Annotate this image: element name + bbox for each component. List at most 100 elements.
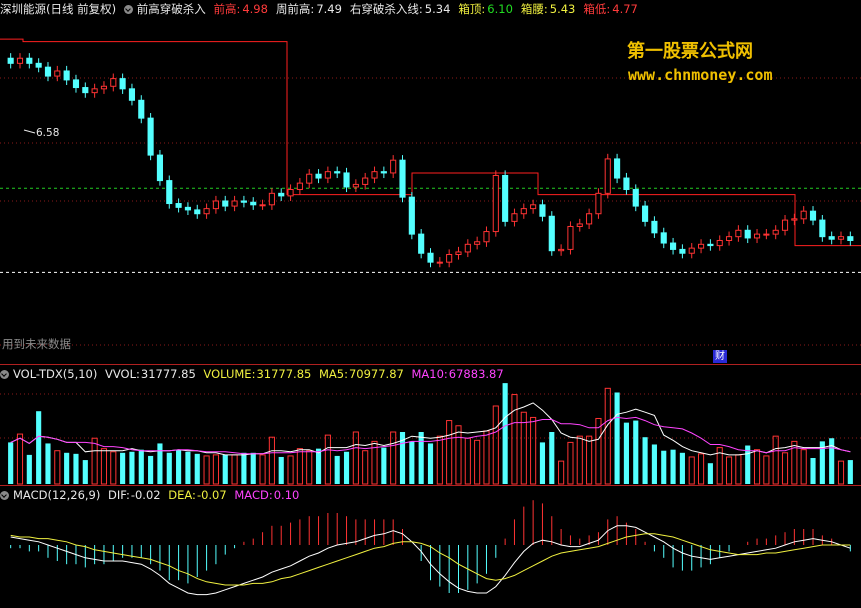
candle-body — [371, 171, 378, 179]
volume-bar — [100, 448, 108, 485]
volume-bar — [110, 451, 117, 485]
indicator-name: 前高穿破杀入 — [136, 2, 206, 16]
volume-bar — [707, 463, 713, 484]
volume-bar — [409, 441, 415, 484]
volume-bar — [558, 460, 565, 485]
volume-bar — [436, 435, 443, 485]
candle-body — [837, 236, 845, 240]
candle-body — [203, 208, 210, 215]
candle-body — [324, 171, 331, 179]
candle-body — [138, 99, 145, 119]
candle-body — [418, 233, 425, 254]
candle-body — [492, 174, 499, 233]
candle-body — [287, 189, 294, 197]
volume-bar — [586, 435, 593, 485]
candle-body — [744, 229, 751, 239]
volume-panel — [8, 383, 853, 485]
candle-body — [427, 252, 434, 263]
indicator-menu-icon[interactable] — [123, 5, 133, 14]
candle-body — [511, 213, 518, 222]
volume-bar — [837, 460, 845, 485]
candle-body — [483, 231, 490, 243]
candle-body — [548, 215, 555, 252]
volume-bar — [745, 445, 751, 484]
stock-title: 深圳能源(日线 前复权) — [0, 2, 117, 16]
volume-bar — [614, 392, 620, 484]
macd-panel — [10, 500, 851, 596]
volume-bar — [222, 454, 228, 484]
candle-body — [268, 192, 275, 206]
volume-bar — [296, 448, 303, 485]
candle-body — [259, 204, 266, 207]
volume-bar — [604, 387, 611, 485]
candle-body — [362, 177, 369, 185]
volume-bar — [688, 456, 695, 485]
volume-bar — [185, 451, 191, 484]
candle-body — [128, 88, 136, 101]
candle-body — [175, 203, 182, 208]
vvol-label: VVOL: — [105, 367, 140, 381]
candle-body — [679, 248, 686, 254]
candle-body — [651, 220, 658, 234]
high-price-label: 6.58 — [36, 127, 60, 139]
volume-bar — [781, 452, 789, 485]
ma10-value: 67883.87 — [448, 367, 504, 381]
macd-value: 0.10 — [273, 488, 300, 502]
candle-body — [791, 218, 798, 221]
header-item-value: 5.43 — [549, 2, 576, 16]
dea-value: -0.07 — [196, 488, 227, 502]
header-item-label: 箱腰: — [520, 2, 548, 16]
ma5-label: MA5: — [318, 367, 348, 381]
candle-body — [707, 243, 714, 247]
volume-bar — [91, 437, 98, 485]
candle-body — [474, 241, 481, 245]
volume-bar — [176, 449, 182, 484]
candle-body — [725, 236, 733, 241]
header-item-value: 5.34 — [424, 2, 451, 16]
volume-bar — [661, 450, 667, 484]
dif-label: DIF: — [108, 488, 130, 502]
header-item-value: 4.77 — [612, 2, 638, 16]
macd-menu-icon[interactable] — [0, 491, 9, 500]
high-price-marker — [23, 129, 36, 134]
watermark-title: 第一股票公式网 — [627, 41, 753, 62]
candle-body — [763, 233, 770, 236]
candle-body — [716, 239, 723, 247]
candle-body — [296, 182, 303, 191]
volume-bar — [166, 452, 172, 484]
candle-body — [446, 254, 453, 263]
volume-bar — [73, 453, 79, 484]
volume-bar — [455, 425, 462, 485]
volume-bar — [511, 394, 518, 485]
volume-bar — [16, 433, 24, 485]
volume-bar — [306, 450, 313, 485]
volume-header: VOL-TDX(5,10) VVOL:31777.85 VOLUME:31777… — [0, 366, 508, 382]
volume-bar — [334, 455, 340, 484]
candle-body — [352, 183, 359, 188]
volume-bar — [231, 454, 238, 485]
volume-bar — [36, 411, 42, 484]
header-item-label: 右穿破杀入线: — [349, 2, 423, 16]
candle-body — [623, 177, 630, 191]
ma5-value: 70977.87 — [348, 367, 404, 381]
volume-bar — [623, 422, 629, 484]
volume-bar — [315, 448, 322, 484]
volume-menu-icon[interactable] — [0, 370, 9, 379]
candle-body — [567, 225, 574, 250]
volume-bar — [651, 444, 657, 484]
candle-body — [604, 158, 611, 194]
volume-bar — [446, 420, 453, 485]
finance-badge[interactable]: 财 — [713, 350, 727, 363]
candle-body — [558, 248, 565, 252]
volume-bar — [725, 456, 733, 485]
candle-body — [688, 247, 695, 254]
volume-bar — [148, 455, 154, 484]
candle-body — [72, 79, 80, 89]
macd-label: MACD: — [234, 488, 273, 502]
volume-bar — [194, 453, 200, 484]
volume-bar — [800, 449, 807, 485]
candle-body — [35, 62, 42, 68]
candle-body — [632, 189, 639, 207]
candle-body — [614, 158, 621, 179]
volume-bar — [250, 452, 256, 484]
